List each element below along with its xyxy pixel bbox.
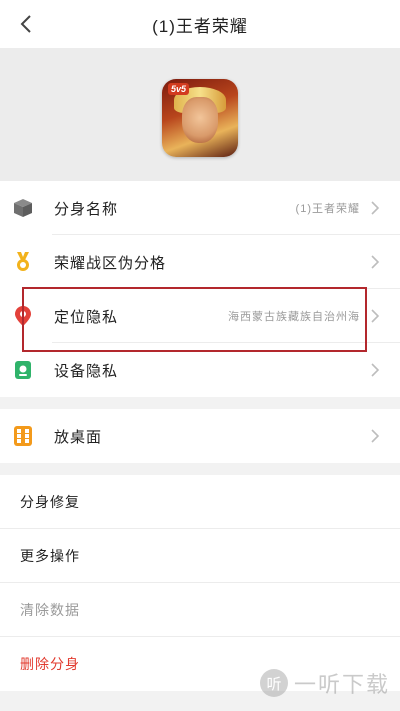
chevron-right-icon — [371, 255, 380, 269]
page-title: (1)王者荣耀 — [152, 16, 248, 36]
back-button[interactable] — [8, 0, 44, 48]
setting-value: 海西蒙古族藏族自治州海 — [228, 311, 360, 323]
setting-label: 分身名称 — [54, 200, 119, 218]
grid-icon — [12, 425, 34, 447]
location-pin-icon — [12, 305, 34, 327]
header-bar: (1)王者荣耀 — [0, 0, 400, 48]
chevron-right-icon — [371, 201, 380, 215]
action-clear-data[interactable]: 清除数据 — [0, 583, 400, 637]
setting-label: 荣耀战区伪分格 — [54, 254, 167, 272]
chevron-left-icon — [20, 15, 31, 33]
settings-group: 分身名称 (1)王者荣耀 荣耀战区伪分格 定位隐私 海西蒙古族藏族自治州海 设备… — [0, 181, 400, 397]
setting-label: 设备隐私 — [54, 362, 119, 380]
chevron-right-icon — [371, 309, 380, 323]
action-label: 更多操作 — [20, 548, 80, 564]
app-banner: 5v5 — [0, 48, 400, 181]
app-icon-badge: 5v5 — [168, 82, 190, 95]
actions-group: 分身修复 更多操作 清除数据 删除分身 — [0, 475, 400, 691]
medal-icon — [12, 251, 34, 273]
setting-row-add-to-desktop[interactable]: 放桌面 — [0, 409, 400, 463]
setting-row-device-privacy[interactable]: 设备隐私 — [0, 343, 400, 397]
cube-icon — [12, 197, 34, 219]
action-label: 删除分身 — [20, 656, 80, 672]
action-label: 分身修复 — [20, 494, 80, 510]
setting-label: 放桌面 — [54, 428, 103, 446]
action-label: 清除数据 — [20, 602, 80, 618]
setting-label: 定位隐私 — [54, 308, 119, 326]
action-more[interactable]: 更多操作 — [0, 529, 400, 583]
chevron-right-icon — [371, 363, 380, 377]
watermark-logo-icon: 听 — [259, 669, 288, 697]
chevron-right-icon — [371, 429, 380, 443]
setting-row-honor-zone[interactable]: 荣耀战区伪分格 — [0, 235, 400, 289]
watermark: 听 一听下载 — [259, 667, 390, 699]
action-repair[interactable]: 分身修复 — [0, 475, 400, 529]
setting-value: (1)王者荣耀 — [295, 203, 360, 215]
setting-row-clone-name[interactable]: 分身名称 (1)王者荣耀 — [0, 181, 400, 235]
desktop-group: 放桌面 — [0, 409, 400, 463]
setting-row-location-privacy[interactable]: 定位隐私 海西蒙古族藏族自治州海 — [0, 289, 400, 343]
app-icon: 5v5 — [162, 78, 238, 157]
device-icon — [12, 359, 34, 381]
watermark-text: 一听下载 — [293, 672, 390, 697]
